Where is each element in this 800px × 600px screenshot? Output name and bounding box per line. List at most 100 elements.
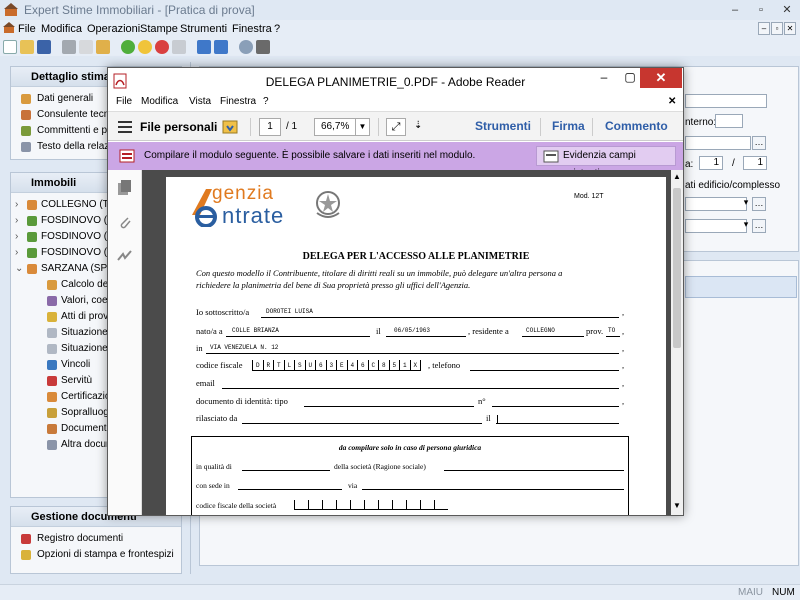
attachments-icon[interactable]: [117, 214, 133, 230]
menu-finestra[interactable]: Finestra: [232, 23, 272, 35]
remove-icon[interactable]: [155, 40, 169, 54]
cf-char-box: D: [252, 360, 263, 371]
toolbar-more-icon[interactable]: ⇣: [414, 120, 422, 131]
image-icon: [47, 424, 57, 434]
codice-fiscale-field[interactable]: DRTLSU63E46C851X: [252, 360, 421, 371]
residente-label: , residente a: [468, 326, 509, 336]
document-view[interactable]: genzia ntrate Mod. 12T DELEGA PER L'ACCE…: [142, 170, 671, 515]
browse-button-3[interactable]: …: [752, 219, 766, 233]
minimize-button[interactable]: –: [722, 1, 748, 19]
reader-menu-modifica[interactable]: Modifica: [141, 96, 178, 107]
reader-toolbar: File personali 1 / 1 66,7% ▼ ⤢ ⇣ Strumen…: [108, 111, 683, 141]
reader-menu-finestra[interactable]: Finestra: [220, 96, 256, 107]
expand-icon[interactable]: ›: [15, 245, 18, 261]
certificate-icon: [47, 392, 57, 402]
nato-field[interactable]: COLLE BRIANZA: [232, 327, 279, 334]
page-from-field[interactable]: 1: [699, 156, 723, 170]
right-text-field-2[interactable]: [685, 136, 751, 150]
restore-button[interactable]: ▫: [748, 1, 774, 19]
reader-close-button[interactable]: ✕: [640, 68, 682, 88]
copy-icon[interactable]: [79, 40, 93, 54]
telefono-field[interactable]: [470, 370, 619, 371]
email-field[interactable]: [222, 388, 619, 389]
sede-field[interactable]: [238, 489, 342, 490]
gestione-item[interactable]: Registro documenti: [11, 531, 181, 547]
strumenti-tab[interactable]: Strumenti: [475, 119, 531, 133]
firma-tab[interactable]: Firma: [552, 119, 585, 133]
menu-help[interactable]: ?: [274, 23, 280, 35]
sottoscritto-field[interactable]: DOROTEI LUISA: [266, 308, 313, 315]
zoom-select[interactable]: 66,7% ▼: [314, 118, 370, 136]
rilasciato-data-field[interactable]: [496, 423, 619, 424]
indirizzo-field[interactable]: VIA VENEZUELA N. 12: [210, 344, 278, 351]
dropdown-arrow-icon[interactable]: ▾: [739, 197, 753, 211]
person-icon: [21, 110, 31, 120]
prov-field[interactable]: TO: [608, 327, 615, 334]
via-field[interactable]: [362, 489, 624, 490]
save-file-icon[interactable]: [221, 118, 239, 136]
reader-menu-help[interactable]: ?: [263, 96, 269, 107]
dropdown-arrow-icon[interactable]: ▾: [739, 219, 753, 233]
reader-minimize-button[interactable]: –: [590, 68, 618, 88]
fit-page-icon[interactable]: ⤢: [386, 118, 406, 136]
commento-tab[interactable]: Commento: [605, 119, 668, 133]
arrow-up-icon[interactable]: [197, 40, 211, 54]
add-icon[interactable]: [121, 40, 135, 54]
menu-stampe[interactable]: Stampe: [140, 23, 178, 35]
properties-icon[interactable]: [172, 40, 186, 54]
residente-field[interactable]: COLLEGNO: [526, 327, 555, 334]
browse-button-2[interactable]: …: [752, 197, 766, 211]
open-icon[interactable]: [20, 40, 34, 54]
gestione-item[interactable]: Opzioni di stampa e frontespizi: [11, 547, 181, 563]
document-scrollbar[interactable]: ▲ ▼: [671, 170, 683, 515]
signatures-icon[interactable]: [117, 248, 133, 264]
expand-icon[interactable]: ›: [15, 229, 18, 245]
menu-strumenti[interactable]: Strumenti: [180, 23, 227, 35]
menu-modifica[interactable]: Modifica: [41, 23, 82, 35]
menu-file[interactable]: File: [18, 23, 36, 35]
page-number-input[interactable]: 1: [259, 118, 281, 136]
scrollbar-thumb[interactable]: [673, 188, 681, 348]
building-icon[interactable]: [256, 40, 270, 54]
page-thumbnails-icon[interactable]: [117, 180, 133, 196]
mdi-restore-button[interactable]: ▫: [771, 22, 783, 35]
star-icon[interactable]: [138, 40, 152, 54]
documento-tipo-field[interactable]: [304, 406, 474, 407]
edificio-select[interactable]: [685, 197, 747, 211]
reader-menu-close-icon[interactable]: ✕: [668, 96, 676, 107]
cf-societa-field[interactable]: [294, 500, 448, 510]
paste-icon[interactable]: [96, 40, 110, 54]
house-icon: [27, 200, 37, 210]
reader-menu-file[interactable]: File: [116, 96, 132, 107]
browse-button-1[interactable]: …: [752, 136, 766, 150]
reader-menu-vista[interactable]: Vista: [189, 96, 211, 107]
scroll-up-icon[interactable]: ▲: [673, 172, 681, 181]
cut-icon[interactable]: [62, 40, 76, 54]
complesso-select[interactable]: [685, 219, 747, 233]
societa-field[interactable]: [444, 470, 624, 471]
mdi-close-button[interactable]: ✕: [784, 22, 796, 35]
file-personali-button[interactable]: File personali: [140, 120, 217, 134]
right-text-field-1[interactable]: [685, 94, 767, 108]
page-to-field[interactable]: 1: [743, 156, 767, 170]
arrow-down-icon[interactable]: [214, 40, 228, 54]
expand-icon[interactable]: ›: [15, 197, 18, 213]
qualita-field[interactable]: [242, 470, 330, 471]
info-icon[interactable]: [239, 40, 253, 54]
mdi-minimize-button[interactable]: –: [758, 22, 770, 35]
close-button[interactable]: ✕: [774, 1, 800, 19]
expand-icon[interactable]: ›: [15, 213, 18, 229]
highlighted-row[interactable]: [685, 276, 797, 298]
new-icon[interactable]: [3, 40, 17, 54]
hamburger-menu-icon[interactable]: [118, 120, 132, 133]
save-icon[interactable]: [37, 40, 51, 54]
zoom-dropdown-icon[interactable]: ▼: [355, 119, 369, 135]
scroll-down-icon[interactable]: ▼: [673, 501, 681, 510]
documento-numero-field[interactable]: [492, 406, 619, 407]
highlight-fields-button[interactable]: Evidenzia campi esistenti: [536, 146, 676, 179]
collapse-icon[interactable]: ⌄: [15, 261, 23, 277]
menu-operazioni[interactable]: Operazioni: [87, 23, 140, 35]
rilasciato-field[interactable]: [242, 423, 482, 424]
interno-field[interactable]: [715, 114, 743, 128]
data-nascita-field[interactable]: 06/05/1963: [394, 327, 430, 334]
